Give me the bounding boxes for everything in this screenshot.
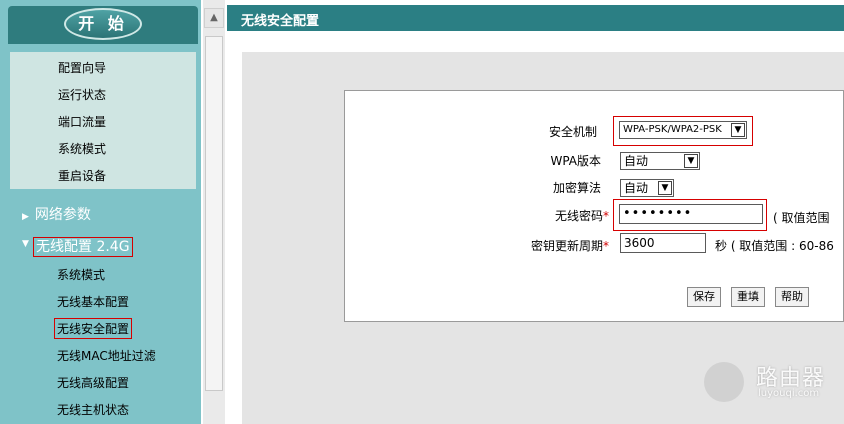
sidebar-group-wireless-config[interactable]: ▼ 无线配置 2.4G: [22, 236, 133, 257]
group-label: 网络参数: [34, 207, 91, 223]
password-input[interactable]: ••••••••: [619, 204, 763, 224]
sidebar-item-wireless-security[interactable]: 无线安全配置: [53, 318, 133, 339]
wpa-version-label: WPA版本: [550, 154, 601, 168]
sidebar-item-run-status[interactable]: 运行状态: [58, 86, 106, 103]
wpa-version-select[interactable]: 自动 ▼: [620, 152, 700, 170]
save-button[interactable]: 保存: [687, 287, 721, 307]
watermark-url: luyouqi.com: [758, 388, 820, 399]
security-mechanism-select[interactable]: WPA-PSK/WPA2-PSK ▼: [619, 121, 747, 139]
sidebar-item-setup-wizard[interactable]: 配置向导: [58, 59, 106, 76]
sidebar-item-port-traffic[interactable]: 端口流量: [58, 113, 106, 130]
group-label: 无线配置 2.4G: [33, 237, 133, 257]
watermark: 路由器 luyouqi.com: [704, 356, 844, 408]
encryption-label: 加密算法: [552, 181, 601, 195]
form-panel: 安全机制 WPA-PSK/WPA2-PSK ▼ WPA版本 自动 ▼ 加密算法 …: [344, 90, 844, 322]
encryption-select[interactable]: 自动 ▼: [620, 179, 674, 197]
chevron-down-icon: ▼: [658, 181, 672, 195]
start-bar: 开 始: [8, 6, 198, 44]
triangle-right-icon: ▶: [22, 212, 29, 222]
label-text: 密钥更新周期: [530, 239, 603, 253]
label-text: 无线密码: [554, 209, 603, 223]
sidebar-item-reboot[interactable]: 重启设备: [58, 167, 106, 184]
start-button[interactable]: 开 始: [64, 8, 142, 40]
scroll-thumb[interactable]: [205, 36, 223, 391]
help-button[interactable]: 帮助: [775, 287, 809, 307]
page-title: 无线安全配置: [241, 14, 320, 29]
sidebar: 开 始 配置向导 运行状态 端口流量 系统模式 重启设备 ▶ 网络参数 ▼ 无线配…: [0, 0, 201, 424]
top-menu: 配置向导 运行状态 端口流量 系统模式 重启设备: [10, 52, 196, 189]
sidebar-scrollbar[interactable]: ▲: [203, 0, 225, 424]
security-mechanism-label: 安全机制: [548, 125, 597, 139]
password-label: 无线密码*: [485, 207, 609, 224]
rekey-period-label: 密钥更新周期*: [485, 237, 609, 254]
rekey-period-input[interactable]: 3600: [620, 233, 706, 253]
sidebar-item-system-mode[interactable]: 系统模式: [58, 140, 106, 157]
triangle-down-icon: ▼: [22, 239, 29, 249]
scroll-up-icon[interactable]: ▲: [204, 8, 224, 28]
select-value: WPA-PSK/WPA2-PSK: [623, 124, 722, 135]
chevron-down-icon: ▼: [684, 154, 698, 168]
chevron-down-icon: ▼: [731, 123, 745, 137]
sidebar-item-wireless-advanced[interactable]: 无线高级配置: [57, 374, 129, 391]
select-value: 自动: [624, 181, 649, 195]
required-mark: *: [603, 209, 609, 223]
password-range-hint: ( 取值范围: [773, 211, 830, 225]
sidebar-item-wireless-host-status[interactable]: 无线主机状态: [57, 401, 129, 418]
sidebar-item-wireless-system-mode[interactable]: 系统模式: [57, 266, 105, 283]
select-value: 自动: [624, 154, 649, 168]
sidebar-group-network-params[interactable]: ▶ 网络参数: [22, 204, 91, 224]
sidebar-item-wireless-basic[interactable]: 无线基本配置: [57, 293, 129, 310]
rekey-range-hint: 秒 ( 取值范围 : 60-86: [715, 239, 834, 253]
router-logo-icon: [704, 362, 744, 402]
title-bar: 无线安全配置: [227, 5, 844, 31]
reset-button[interactable]: 重填: [731, 287, 765, 307]
sidebar-item-wireless-mac-filter[interactable]: 无线MAC地址过滤: [57, 347, 156, 364]
required-mark: *: [603, 239, 609, 253]
